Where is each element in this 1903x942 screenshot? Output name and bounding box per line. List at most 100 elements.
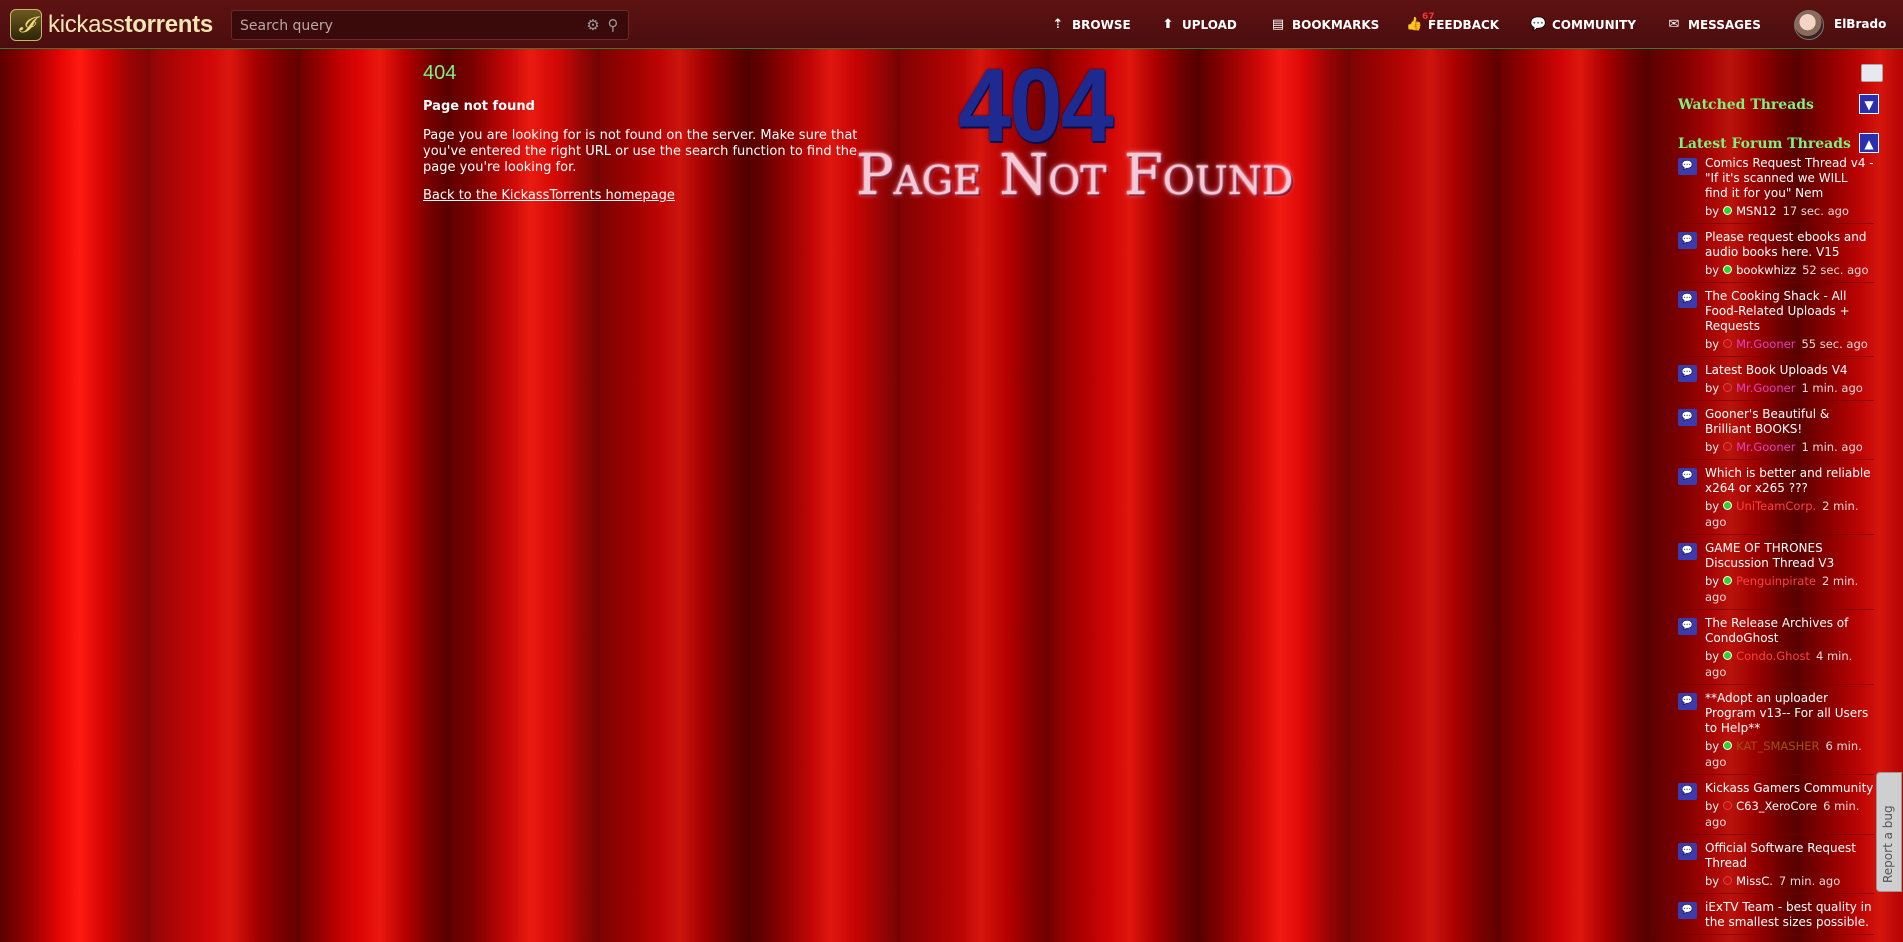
chat-bubble-icon: 💬 bbox=[1530, 17, 1547, 32]
thread-item[interactable]: 💬 Which is better and reliable x264 or x2… bbox=[1678, 466, 1874, 535]
latest-threads-list: 💬 Comics Request Thread v4 - "If it's sca… bbox=[1678, 156, 1874, 941]
sidebar-toggle-icon[interactable] bbox=[1861, 64, 1883, 82]
thread-item[interactable]: 💬 GAME OF THRONES Discussion Thread V3 by P… bbox=[1678, 541, 1874, 610]
thread-author[interactable]: Mr.Gooner bbox=[1736, 381, 1795, 395]
nav-bookmarks[interactable]: ▤ BOOKMARKS bbox=[1270, 17, 1379, 33]
error-description: Page you are looking for is not found on… bbox=[423, 128, 858, 175]
homepage-link[interactable]: Back to the KickassTorrents homepage bbox=[423, 188, 675, 203]
thread-title[interactable]: Which is better and reliable x264 or x26… bbox=[1705, 466, 1874, 496]
thread-meta: by Mr.Gooner 55 sec. ago bbox=[1705, 336, 1874, 352]
search-icon[interactable]: ⚲ bbox=[604, 16, 622, 34]
thread-item[interactable]: 💬 **Adopt an uploader Program v13-- For a… bbox=[1678, 691, 1874, 775]
thread-title[interactable]: iExTV Team - best quality in the smalles… bbox=[1705, 900, 1874, 930]
forum-thread-icon: 💬 bbox=[1678, 693, 1697, 710]
offline-status-icon bbox=[1723, 339, 1733, 348]
thread-by-label: by bbox=[1705, 499, 1720, 513]
offline-status-icon bbox=[1723, 801, 1733, 810]
thread-meta: by Mr.Gooner 1 min. ago bbox=[1705, 380, 1874, 396]
nav-browse[interactable]: ⇡ BROWSE bbox=[1050, 17, 1131, 33]
avatar[interactable] bbox=[1794, 10, 1824, 40]
thread-title[interactable]: The Release Archives of CondoGhost bbox=[1705, 616, 1874, 646]
online-status-icon bbox=[1723, 206, 1733, 215]
forum-thread-icon: 💬 bbox=[1678, 783, 1697, 800]
logo-text-light: kickass bbox=[48, 11, 125, 38]
thread-title[interactable]: **Adopt an uploader Program v13-- For al… bbox=[1705, 691, 1874, 736]
nav-messages[interactable]: ✉ MESSAGES bbox=[1666, 17, 1761, 33]
thread-title[interactable]: Gooner's Beautiful & Brilliant BOOKS! bbox=[1705, 407, 1874, 437]
thread-item[interactable]: 💬 Please request ebooks and audio books h… bbox=[1678, 230, 1874, 283]
watched-threads-heading[interactable]: Watched Threads bbox=[1678, 97, 1814, 113]
forum-thread-icon: 💬 bbox=[1678, 843, 1697, 860]
thread-meta: by UniTeamCorp. 2 min. ago bbox=[1705, 498, 1874, 530]
gear-icon[interactable]: ⚙ bbox=[584, 16, 602, 34]
nav-browse-label: BROWSE bbox=[1072, 18, 1131, 32]
thread-time: 1 min. ago bbox=[1801, 381, 1863, 395]
thread-item[interactable]: 💬 Comics Request Thread v4 - "If it's sca… bbox=[1678, 156, 1874, 224]
thread-title[interactable]: GAME OF THRONES Discussion Thread V3 bbox=[1705, 541, 1874, 571]
forum-thread-icon: 💬 bbox=[1678, 365, 1697, 382]
thread-meta: by MSN12 17 sec. ago bbox=[1705, 203, 1874, 219]
offline-status-icon bbox=[1723, 442, 1733, 451]
thread-title[interactable]: Please request ebooks and audio books he… bbox=[1705, 230, 1874, 260]
site-logo[interactable]: 𝓘 kickasstorrents bbox=[10, 8, 213, 42]
logo-text-bold: torrents bbox=[124, 11, 214, 38]
thread-title[interactable]: Official Software Request Thread bbox=[1705, 841, 1874, 871]
thread-by-label: by bbox=[1705, 337, 1720, 351]
search-box: ⚙ ⚲ bbox=[231, 10, 629, 41]
thread-item[interactable]: 💬 The Release Archives of CondoGhost by Con… bbox=[1678, 616, 1874, 685]
forum-thread-icon: 💬 bbox=[1678, 291, 1697, 308]
thread-time: 55 sec. ago bbox=[1801, 337, 1868, 351]
error-title: Page not found bbox=[423, 99, 535, 114]
thread-item[interactable]: 💬 The Cooking Shack - All Food-Related Up… bbox=[1678, 289, 1874, 357]
thread-author[interactable]: C63_XeroCore bbox=[1736, 799, 1817, 813]
thread-meta: by Penguinpirate 2 min. ago bbox=[1705, 573, 1874, 605]
thread-meta: by Condo.Ghost 4 min. ago bbox=[1705, 648, 1874, 680]
thread-title[interactable]: Latest Book Uploads V4 bbox=[1705, 363, 1874, 378]
error-code: 404 bbox=[423, 62, 457, 84]
online-status-icon bbox=[1723, 265, 1733, 274]
nav-bookmarks-label: BOOKMARKS bbox=[1292, 18, 1380, 32]
thread-author[interactable]: MSN12 bbox=[1736, 204, 1776, 218]
upload-icon: ⬆ bbox=[1162, 17, 1174, 32]
thread-item[interactable]: 💬 Official Software Request Thread by MissC… bbox=[1678, 841, 1874, 894]
forum-thread-icon: 💬 bbox=[1678, 543, 1697, 560]
thread-author[interactable]: Mr.Gooner bbox=[1736, 440, 1795, 454]
report-bug-label: Report a bug bbox=[1881, 805, 1895, 883]
offline-status-icon bbox=[1723, 383, 1733, 392]
thread-by-label: by bbox=[1705, 204, 1720, 218]
thread-item[interactable]: 💬 iExTV Team - best quality in the smalle… bbox=[1678, 900, 1874, 935]
feedback-badge: 67 bbox=[1422, 12, 1435, 22]
nav-upload[interactable]: ⬆ UPLOAD bbox=[1160, 17, 1237, 33]
thread-author[interactable]: Mr.Gooner bbox=[1736, 337, 1795, 351]
thread-time: 7 min. ago bbox=[1778, 874, 1841, 888]
nav-feedback[interactable]: 👍 67 FEEDBACK bbox=[1406, 12, 1499, 33]
thread-author[interactable]: KAT_SMASHER bbox=[1736, 739, 1819, 753]
thread-title[interactable]: Kickass Gamers Community bbox=[1705, 781, 1874, 796]
collapse-latest-icon[interactable]: ▲ bbox=[1859, 133, 1879, 153]
latest-threads-heading[interactable]: Latest Forum Threads bbox=[1678, 136, 1851, 152]
online-status-icon bbox=[1723, 741, 1733, 750]
offline-status-icon bbox=[1723, 876, 1733, 885]
thread-author[interactable]: MissC. bbox=[1736, 874, 1773, 888]
thread-by-label: by bbox=[1705, 381, 1720, 395]
thread-title[interactable]: The Cooking Shack - All Food-Related Upl… bbox=[1705, 289, 1874, 334]
thread-title[interactable]: Comics Request Thread v4 - "If it's scan… bbox=[1705, 156, 1874, 201]
error-content: 404 Page not found Page you are looking … bbox=[423, 62, 893, 203]
thread-item[interactable]: 💬 Latest Book Uploads V4 by Mr.Gooner 1 min.… bbox=[1678, 363, 1874, 401]
forum-thread-icon: 💬 bbox=[1678, 232, 1697, 249]
forum-thread-icon: 💬 bbox=[1678, 902, 1697, 919]
thread-item[interactable]: 💬 Kickass Gamers Community by C63_XeroCore 6… bbox=[1678, 781, 1874, 835]
thread-author[interactable]: UniTeamCorp. bbox=[1736, 499, 1816, 513]
banner-page-not-found: Page Not Found bbox=[856, 143, 1294, 208]
thread-author[interactable]: Penguinpirate bbox=[1736, 574, 1816, 588]
nav-community[interactable]: 💬 COMMUNITY bbox=[1530, 17, 1636, 33]
expand-watched-icon[interactable]: ▼ bbox=[1859, 94, 1879, 114]
search-input[interactable] bbox=[232, 11, 582, 41]
thread-author[interactable]: Condo.Ghost bbox=[1736, 649, 1810, 663]
thread-author[interactable]: bookwhizz bbox=[1736, 263, 1796, 277]
thread-item[interactable]: 💬 Gooner's Beautiful & Brilliant BOOKS! by… bbox=[1678, 407, 1874, 460]
username[interactable]: ElBrado bbox=[1834, 17, 1886, 31]
thread-time: 1 min. ago bbox=[1801, 440, 1863, 454]
report-bug-button[interactable]: Report a bug bbox=[1876, 772, 1902, 892]
thread-meta: by KAT_SMASHER 6 min. ago bbox=[1705, 738, 1874, 770]
